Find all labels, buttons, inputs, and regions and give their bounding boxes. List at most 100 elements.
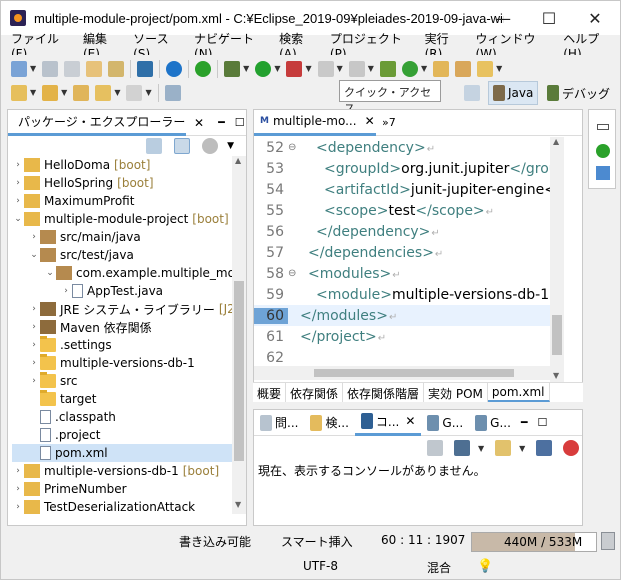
chevron-right-icon[interactable]: ›: [28, 322, 40, 332]
heap-status[interactable]: 440M / 533M: [471, 532, 597, 552]
search-dropdown-icon[interactable]: ▼: [496, 64, 502, 73]
tab-dependencies[interactable]: 依存関係: [286, 383, 344, 402]
stop-icon[interactable]: [317, 60, 334, 77]
new-icon[interactable]: [11, 60, 27, 77]
annotation-dropdown-icon[interactable]: ▼: [30, 88, 36, 97]
stop-dropdown-icon[interactable]: ▼: [337, 64, 343, 73]
tree-item[interactable]: › multiple-versions-db-1 [boot]: [12, 462, 219, 480]
scroll-up-icon[interactable]: ▲: [553, 137, 559, 146]
editor-scrollbar-horizontal[interactable]: [254, 366, 550, 380]
terminal-icon[interactable]: [137, 60, 154, 77]
tree-item[interactable]: ⌄ multiple-module-project [boot]: [12, 210, 229, 228]
outline-icon[interactable]: [596, 166, 610, 180]
code-area[interactable]: 52 ⊖ <dependency>↵ 53 <groupId>org.junit.jup…: [254, 137, 560, 383]
chevron-right-icon[interactable]: ›: [28, 358, 40, 368]
save-all-icon[interactable]: [64, 60, 81, 77]
server-dropdown-icon[interactable]: ▼: [368, 64, 374, 73]
maximize-view-icon[interactable]: ☐: [235, 116, 245, 129]
code-line[interactable]: 62: [254, 347, 560, 368]
open-console-dropdown-icon[interactable]: ▼: [519, 444, 525, 453]
chevron-right-icon[interactable]: ›: [12, 160, 24, 170]
run-dropdown-icon[interactable]: ▼: [274, 64, 280, 73]
code-line[interactable]: 55 <scope>test</scope>↵: [254, 200, 560, 221]
code-line[interactable]: 58 ⊖ <modules>↵: [254, 263, 560, 284]
tab-gradle-tasks[interactable]: G...: [421, 410, 469, 436]
tab-search[interactable]: 検...: [304, 410, 354, 436]
debug-perspective-button[interactable]: デバッグ: [547, 81, 610, 105]
code-line[interactable]: 56 </dependency>↵: [254, 221, 560, 242]
overview-ruler[interactable]: [564, 137, 582, 384]
open-folder-icon[interactable]: [433, 60, 450, 77]
lightbulb-icon[interactable]: 💡: [477, 559, 493, 574]
debug-icon[interactable]: [224, 60, 241, 77]
gear-icon[interactable]: [166, 60, 183, 77]
editor-hscroll-thumb[interactable]: [314, 369, 514, 377]
tree-item[interactable]: › PrimeNumber: [12, 480, 127, 498]
pin-console-icon[interactable]: [427, 440, 443, 456]
pin-editor-icon[interactable]: [164, 84, 181, 101]
tree-item[interactable]: › multiple-versions-db-1: [12, 354, 195, 372]
collapse-all-icon[interactable]: [146, 138, 163, 154]
annotation-icon[interactable]: [11, 84, 27, 101]
code-line[interactable]: 54 <artifactId>junit-jupiter-engine<↵: [254, 179, 560, 200]
maximize-view-icon[interactable]: ☐: [538, 416, 548, 429]
spring-boot-dashboard-icon[interactable]: [596, 144, 610, 158]
open-console-icon[interactable]: [495, 440, 512, 456]
forward-icon[interactable]: [126, 84, 143, 101]
restore-icon[interactable]: [597, 124, 609, 130]
tree-item[interactable]: .classpath: [12, 408, 116, 426]
chevron-right-icon[interactable]: ›: [12, 466, 24, 476]
chevron-right-icon[interactable]: ›: [28, 304, 40, 314]
chevron-down-icon[interactable]: ⌄: [28, 250, 40, 260]
editor-overflow-button[interactable]: »7: [382, 116, 396, 129]
minimize-view-icon[interactable]: ━: [521, 416, 528, 429]
copy-icon[interactable]: [536, 440, 553, 456]
explorer-scroll-thumb[interactable]: [234, 281, 244, 461]
new-class-dropdown-icon[interactable]: ▼: [421, 64, 427, 73]
tree-item[interactable]: › src: [12, 372, 78, 390]
previous-annotation-dropdown-icon[interactable]: ▼: [61, 88, 67, 97]
tree-item[interactable]: .project: [12, 426, 100, 444]
link-with-editor-icon[interactable]: [174, 138, 191, 154]
chevron-right-icon[interactable]: ›: [28, 340, 40, 350]
scroll-down-icon[interactable]: ▼: [235, 500, 241, 509]
external-tools-dropdown-icon[interactable]: ▼: [305, 64, 311, 73]
save-icon[interactable]: [42, 60, 59, 77]
tree-item[interactable]: › JRE システム・ライブラリー[J2SE-1.5]: [12, 300, 232, 318]
tree-item[interactable]: › HelloDoma [boot]: [12, 156, 150, 174]
display-console-icon[interactable]: [454, 440, 470, 456]
tab-effective-pom[interactable]: 実効 POM: [424, 383, 488, 402]
close-console-icon[interactable]: ✕: [405, 414, 415, 428]
code-line[interactable]: 59 <module>multiple-versions-db-1↵: [254, 284, 560, 305]
spring-boot-icon[interactable]: [195, 60, 212, 77]
tab-dependency-hierarchy[interactable]: 依存関係階層: [343, 383, 425, 402]
forward-dropdown-icon[interactable]: ▼: [145, 88, 151, 97]
run-icon[interactable]: [255, 60, 272, 77]
tree-item[interactable]: › MaximumProfit: [12, 192, 134, 210]
back-icon[interactable]: [95, 84, 112, 101]
code-line[interactable]: 52 ⊖ <dependency>↵: [254, 137, 560, 158]
tree-item[interactable]: › TestDeserializationAttack: [12, 498, 195, 516]
open-type-icon[interactable]: [86, 60, 103, 77]
server-icon[interactable]: [348, 60, 365, 77]
last-edit-icon[interactable]: [73, 84, 90, 101]
chevron-right-icon[interactable]: ›: [12, 484, 24, 494]
close-editor-icon[interactable]: ✕: [365, 114, 375, 128]
chevron-right-icon[interactable]: ›: [28, 232, 40, 242]
tab-pom-xml[interactable]: pom.xml: [487, 383, 550, 402]
new-dropdown-icon[interactable]: ▼: [30, 64, 36, 73]
tree-item[interactable]: › AppTest.java: [12, 282, 163, 300]
tree-item[interactable]: › src/main/java: [12, 228, 141, 246]
explorer-scrollbar[interactable]: ▲ ▼: [232, 156, 246, 514]
back-dropdown-icon[interactable]: ▼: [114, 88, 120, 97]
tab-console[interactable]: コ... ✕: [354, 410, 422, 436]
new-java-project-icon[interactable]: [379, 60, 396, 77]
editor-scroll-thumb[interactable]: [552, 315, 562, 355]
code-line[interactable]: 61 </project>↵: [254, 326, 560, 347]
tab-package-explorer[interactable]: パッケージ・エクスプローラー: [8, 110, 186, 136]
fold-icon[interactable]: ⊖: [288, 142, 300, 153]
focus-icon[interactable]: [202, 138, 219, 154]
chevron-right-icon[interactable]: ›: [12, 178, 24, 188]
java-perspective-button[interactable]: Java: [488, 81, 539, 105]
quick-access-input[interactable]: クイック・アクセス: [339, 80, 441, 115]
